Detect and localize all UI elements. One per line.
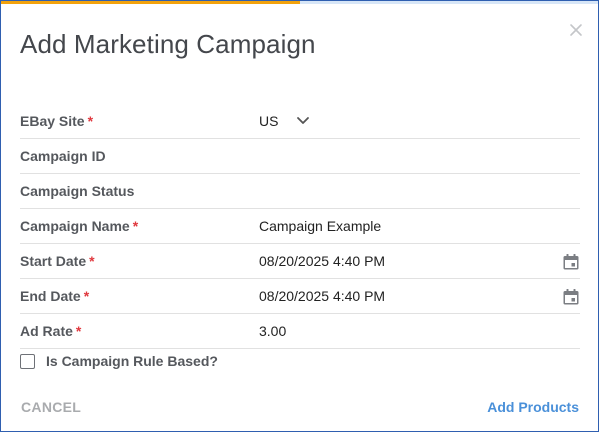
field-label: Start Date *: [20, 253, 95, 269]
progress-bar-fill: [1, 1, 300, 4]
field-label: Campaign Name *: [20, 218, 139, 234]
ad-rate-input[interactable]: 3.00: [259, 323, 580, 339]
field-label: Ad Rate *: [20, 323, 82, 339]
field-row-campaign-status: Campaign Status: [20, 174, 580, 209]
end-date-input[interactable]: 08/20/2025 4:40 PM: [259, 288, 580, 304]
dialog-title: Add Marketing Campaign: [20, 29, 316, 59]
field-label: Campaign ID: [20, 148, 106, 164]
campaign-form: EBay Site * US Campaign ID Campaign Statu…: [20, 104, 580, 349]
required-mark: *: [89, 253, 95, 269]
field-label: End Date *: [20, 288, 90, 304]
chevron-down-icon: [297, 117, 310, 124]
calendar-icon[interactable]: [562, 288, 580, 306]
rule-based-label: Is Campaign Rule Based?: [46, 353, 218, 369]
campaign-name-input[interactable]: Campaign Example: [259, 218, 580, 234]
field-label: Campaign Status: [20, 183, 135, 199]
progress-bar: [1, 1, 598, 4]
required-mark: *: [87, 113, 94, 129]
close-icon[interactable]: [568, 22, 584, 38]
field-row-ebay-site: EBay Site * US: [20, 104, 580, 139]
required-mark: *: [132, 218, 139, 234]
field-row-campaign-id: Campaign ID: [20, 139, 580, 174]
add-products-button[interactable]: Add Products: [487, 399, 579, 415]
field-row-start-date: Start Date * 08/20/2025 4:40 PM: [20, 244, 580, 279]
ebay-site-select[interactable]: US: [259, 113, 310, 129]
rule-based-option[interactable]: Is Campaign Rule Based?: [20, 353, 218, 369]
required-mark: *: [75, 323, 82, 339]
start-date-input[interactable]: 08/20/2025 4:40 PM: [259, 253, 580, 269]
cancel-button[interactable]: CANCEL: [21, 399, 81, 415]
calendar-icon[interactable]: [562, 253, 580, 271]
required-mark: *: [83, 288, 90, 304]
field-label: EBay Site *: [20, 113, 94, 129]
field-row-end-date: End Date * 08/20/2025 4:40 PM: [20, 279, 580, 314]
rule-based-checkbox[interactable]: [20, 353, 35, 369]
field-row-ad-rate: Ad Rate * 3.00: [20, 314, 580, 349]
add-marketing-campaign-dialog: Add Marketing Campaign EBay Site * US Cam…: [0, 0, 599, 432]
ebay-site-value: US: [259, 113, 279, 129]
field-row-campaign-name: Campaign Name * Campaign Example: [20, 209, 580, 244]
